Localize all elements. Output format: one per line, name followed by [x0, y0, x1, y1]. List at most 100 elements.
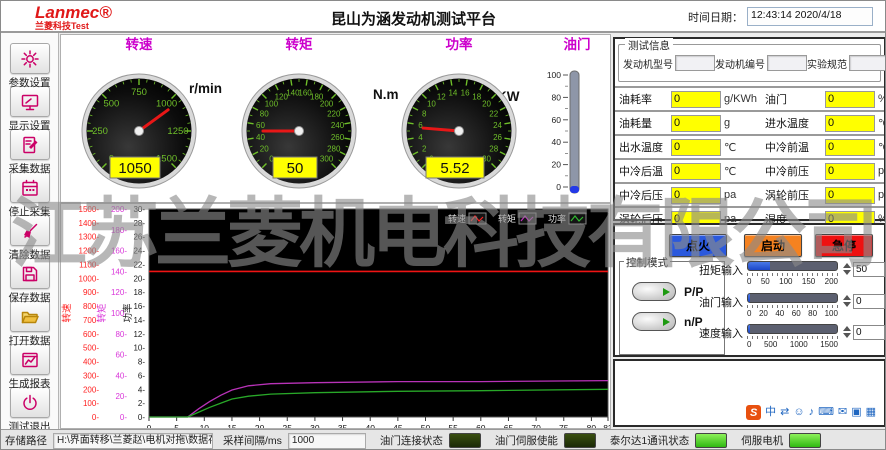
spin-up-icon[interactable]: [843, 295, 851, 300]
spin-down-icon[interactable]: [843, 302, 851, 307]
spinner-arrows[interactable]: [843, 295, 851, 307]
measurement-value: 0: [825, 187, 875, 204]
svg-text:40: 40: [365, 423, 375, 428]
spin-up-icon[interactable]: [843, 263, 851, 268]
mode-toggle-button[interactable]: [632, 312, 676, 331]
measurement-unit: ℃: [873, 117, 886, 130]
control-mode-P-P[interactable]: P/P: [632, 282, 703, 301]
spin-up-icon[interactable]: [843, 326, 851, 331]
sidebar-item-label: 停止采集: [1, 204, 58, 219]
sidebar-item-floppy: 保存数据: [1, 258, 58, 301]
measurement-table: 油耗率0g/KWh油门0%油耗量0g进水温度0℃出水温度0℃中冷前温0℃中冷后温…: [615, 86, 884, 230]
svg-text:22: 22: [489, 109, 498, 118]
spin-down-icon[interactable]: [843, 333, 851, 338]
monitor-button[interactable]: [10, 86, 50, 117]
ime-skin-icon[interactable]: ▣: [851, 407, 861, 418]
start-button[interactable]: 启动: [744, 234, 802, 257]
ime-mail-icon[interactable]: ✉: [838, 407, 847, 418]
measurement-unit: pa: [719, 189, 765, 201]
emergency-stop-button[interactable]: 急停: [815, 234, 873, 257]
report-button[interactable]: [10, 344, 50, 375]
status-led-label: 伺服电机: [741, 433, 783, 448]
status-led-label: 泰尔达1通讯状态: [610, 433, 689, 448]
sidebar-item-label: 保存数据: [1, 290, 58, 305]
power-button[interactable]: [10, 387, 50, 418]
measurement-value: 0: [825, 139, 875, 156]
gauge-speed: 转速r/min02505007501000125015001050: [61, 35, 231, 203]
slider-track[interactable]: [747, 293, 838, 303]
svg-text:80: 80: [587, 423, 597, 428]
measurement-label: 涡轮前压: [765, 187, 825, 203]
engine-field-input[interactable]: [675, 55, 715, 71]
slider-tick-label: 500: [764, 340, 777, 349]
control-mode-n-P[interactable]: n/P: [632, 312, 703, 331]
calendar-button[interactable]: [10, 172, 50, 203]
svg-text:0: 0: [556, 182, 561, 192]
ime-switch-icon[interactable]: ⇄: [780, 407, 789, 418]
svg-text:300-: 300-: [83, 371, 99, 380]
sample-interval-field[interactable]: 1000: [288, 433, 366, 449]
ime-emoji-icon[interactable]: ☺: [793, 407, 804, 418]
slider-value-field[interactable]: 0: [853, 294, 885, 309]
measurement-value: 0: [671, 163, 721, 180]
svg-text:4: 4: [418, 133, 423, 142]
slider-track[interactable]: [747, 324, 838, 334]
slider-track[interactable]: [747, 261, 838, 271]
engine-field: 发动机型号: [623, 55, 715, 71]
page-title: 昆山为涵发动机测试平台: [331, 8, 496, 29]
ime-mic-icon[interactable]: ♪: [809, 407, 815, 418]
mode-toggle-button[interactable]: [632, 282, 676, 301]
svg-text:900-: 900-: [83, 288, 99, 297]
svg-text:100: 100: [547, 70, 561, 80]
ime-menu-icon[interactable]: ▦: [866, 407, 876, 418]
gear-button[interactable]: [10, 43, 50, 74]
svg-text:油门: 油门: [564, 36, 591, 52]
measurement-value: 0: [671, 115, 721, 132]
slider-tick-label: 200: [825, 277, 838, 286]
floppy-button[interactable]: [10, 258, 50, 289]
svg-text:200-: 200-: [111, 205, 127, 214]
ime-keyboard-icon[interactable]: ⌨: [818, 407, 834, 418]
ime-lang-icon[interactable]: 中: [765, 407, 776, 418]
svg-text:200-: 200-: [83, 385, 99, 394]
folder-button[interactable]: [10, 301, 50, 332]
svg-text:75: 75: [559, 423, 569, 428]
spinner-arrows[interactable]: [843, 263, 851, 275]
sample-interval-label: 采样间隔/ms: [223, 433, 282, 448]
svg-text:140-: 140-: [111, 267, 127, 276]
slider-value-field[interactable]: 0: [853, 325, 885, 340]
slider-tick-label: 150: [802, 277, 815, 286]
engine-field-input[interactable]: [767, 55, 807, 71]
spin-down-icon[interactable]: [843, 270, 851, 275]
ignition-button[interactable]: 点火: [669, 234, 727, 257]
svg-text:20: 20: [482, 99, 491, 108]
svg-text:600-: 600-: [83, 330, 99, 339]
measurement-value: 0: [671, 187, 721, 204]
slider-value-field[interactable]: 50: [853, 262, 885, 277]
svg-text:55: 55: [448, 423, 458, 428]
svg-text:80-: 80-: [115, 330, 127, 339]
slider-fill: [748, 325, 750, 333]
measurement-unit: pa: [873, 165, 886, 177]
logo-text: Lanmec®: [35, 4, 112, 21]
svg-text:12-: 12-: [133, 330, 145, 339]
storage-path-field[interactable]: H:\界面转移\兰菱赵\电机对拖\数据存储: [53, 433, 213, 449]
svg-text:50: 50: [421, 423, 431, 428]
spinner-arrows[interactable]: [843, 326, 851, 338]
measurement-value: 0: [825, 163, 875, 180]
gauge-torque: 转矩N.m02040608010012014016018020022024026…: [221, 35, 391, 203]
broom-button[interactable]: [10, 215, 50, 246]
status-led: [564, 433, 596, 448]
svg-text:20-: 20-: [133, 274, 145, 283]
measurement-label: 出水温度: [619, 139, 671, 155]
sidebar-item-folder: 打开数据: [1, 301, 58, 344]
svg-text:5: 5: [174, 423, 179, 428]
measurement-label: 中冷后温: [619, 163, 671, 179]
engine-field-input[interactable]: [849, 55, 886, 71]
test-info-groupbox: 测试信息 发动机型号发动机编号实验规范: [618, 44, 881, 82]
measurement-unit: ℃: [719, 165, 765, 178]
test-info-panel: 测试信息 发动机型号发动机编号实验规范 油耗率0g/KWh油门0%油耗量0g进水…: [613, 37, 886, 221]
ime-logo[interactable]: S: [746, 405, 761, 420]
edit-doc-button[interactable]: [10, 129, 50, 160]
svg-text:4-: 4-: [138, 385, 145, 394]
